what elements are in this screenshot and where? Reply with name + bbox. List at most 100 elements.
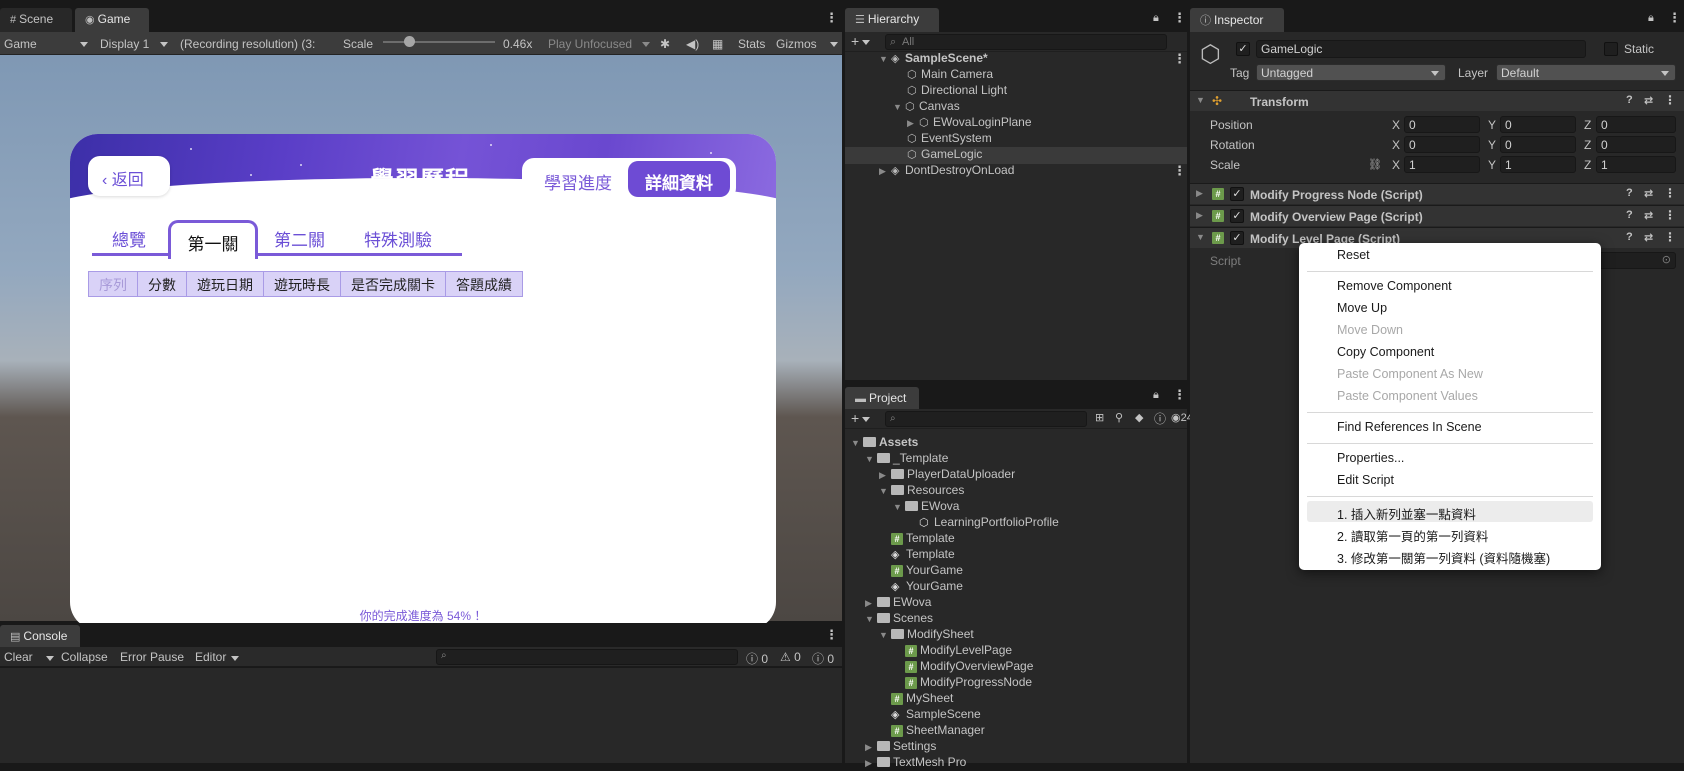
segment-details[interactable]: 詳細資料 (628, 161, 730, 197)
hierarchy-item-canvas[interactable]: ▼ ⬡ Canvas (893, 99, 960, 115)
active-checkbox[interactable]: ✓ (1236, 42, 1250, 56)
help-icon[interactable]: ? (1626, 209, 1633, 221)
tab-inspector[interactable]: ⓘ Inspector (1190, 8, 1284, 32)
rotation-z-field[interactable]: 0 (1596, 136, 1676, 153)
project-item-ewova-resources[interactable]: ▼ EWova (893, 499, 959, 515)
scale-y-field[interactable]: 1 (1500, 156, 1576, 173)
dontdestroy-options-icon[interactable]: ⋮ (1173, 163, 1186, 179)
project-item-yourgame-scene[interactable]: ◈ YourGame (891, 579, 963, 595)
component-enabled-checkbox[interactable]: ✓ (1230, 231, 1244, 245)
editor-dropdown[interactable]: Editor (195, 650, 241, 664)
audio-icon[interactable]: ◀) (686, 34, 699, 54)
modify-overview-page-header[interactable]: ▶ # ✓ Modify Overview Page (Script) ? ⇄ … (1190, 205, 1684, 226)
menu-item-read-first-row[interactable]: 2. 讀取第一頁的第一列資料 (1337, 526, 1488, 546)
game-viewport[interactable]: ‹ 返回 學習歷程 學習進度 詳細資料 總覽 第一關 第二關 特殊測驗 序列 分… (0, 55, 842, 630)
console-search-input[interactable]: ⌕ (436, 649, 738, 665)
static-checkbox[interactable] (1604, 42, 1618, 56)
position-z-field[interactable]: 0 (1596, 116, 1676, 133)
more-options-icon[interactable]: ⋮ (1173, 387, 1186, 403)
menu-item-move-up[interactable]: Move Up (1337, 301, 1387, 321)
back-button[interactable]: ‹ 返回 (88, 156, 170, 196)
rotation-x-field[interactable]: 0 (1404, 136, 1480, 153)
collapse-arrow-icon[interactable]: ▼ (1196, 232, 1205, 242)
expand-arrow-icon[interactable]: ▶ (1196, 188, 1203, 199)
gizmos-dropdown[interactable]: Gizmos (776, 34, 838, 54)
help-icon[interactable]: ? (1626, 187, 1633, 199)
tag-icon[interactable]: ◆ (1135, 411, 1143, 424)
menu-item-remove-component[interactable]: Remove Component (1337, 279, 1452, 299)
clear-button[interactable]: Clear (4, 650, 54, 664)
menu-item-modify-level-row[interactable]: 3. 修改第一關第一列資料 (資料隨機塞) (1337, 548, 1550, 568)
filter-icon[interactable]: ⚲ (1115, 411, 1123, 424)
menu-item-insert-row[interactable]: 1. 插入新列並塞一點資料 (1337, 504, 1476, 524)
transform-component-header[interactable]: ▼ ✣ Transform ? ⇄ ⋮ (1190, 90, 1684, 111)
project-item-assets[interactable]: ▼ Assets (851, 435, 918, 451)
tab-game[interactable]: ◉ Game (75, 8, 149, 32)
play-mode-dropdown[interactable]: Play Unfocused (548, 34, 650, 54)
project-item-mysheet[interactable]: # MySheet (891, 691, 953, 707)
collapse-button[interactable]: Collapse (61, 650, 108, 664)
lock-icon[interactable]: 🔒︎ (1648, 12, 1654, 25)
project-item-textmeshpro[interactable]: ▶ TextMesh Pro (865, 755, 966, 771)
hierarchy-item-dontdestroyonload[interactable]: ▶ ◈ DontDestroyOnLoad (879, 163, 1014, 179)
hierarchy-item-ewovaloginplane[interactable]: ▶ ⬡ EWovaLoginPlane (907, 115, 1032, 131)
scene-options-icon[interactable]: ⋮ (1173, 51, 1186, 67)
segment-progress[interactable]: 學習進度 (528, 164, 628, 194)
more-options-icon[interactable]: ⋮ (825, 10, 838, 26)
project-item-playerdatauploader[interactable]: ▶ PlayerDataUploader (879, 467, 1015, 483)
tab-hierarchy[interactable]: ☰ Hierarchy (845, 8, 939, 32)
add-icon[interactable]: + (851, 33, 871, 49)
tab-level-1[interactable]: 第一關 (168, 220, 258, 259)
expand-arrow-icon[interactable]: ▶ (1196, 210, 1203, 221)
layer-dropdown[interactable]: Default (1496, 64, 1676, 81)
menu-item-reset[interactable]: Reset (1337, 248, 1370, 268)
menu-item-properties[interactable]: Properties... (1337, 451, 1404, 471)
error-pause-button[interactable]: Error Pause (120, 650, 184, 664)
console-log-area[interactable] (0, 668, 842, 763)
scale-x-field[interactable]: 1 (1404, 156, 1480, 173)
scale-slider-track[interactable] (383, 41, 495, 43)
menu-item-find-references[interactable]: Find References In Scene (1337, 420, 1482, 440)
project-item-sheetmanager[interactable]: # SheetManager (891, 723, 985, 739)
warning-count[interactable]: ⚠ 0 (780, 650, 801, 664)
project-item-learningportfolioprofile[interactable]: ⬡ LearningPortfolioProfile (919, 515, 1059, 531)
project-item-resources[interactable]: ▼ Resources (879, 483, 964, 499)
project-item-scenes[interactable]: ▼ Scenes (865, 611, 933, 627)
object-picker-icon[interactable]: ⊙ (1662, 253, 1671, 266)
more-options-icon[interactable]: ⋮ (1173, 10, 1186, 26)
component-enabled-checkbox[interactable]: ✓ (1230, 209, 1244, 223)
stats-button[interactable]: Stats (738, 34, 765, 54)
hierarchy-item-samplescene[interactable]: ▼ ◈ SampleScene* (879, 51, 988, 67)
project-item-template-folder[interactable]: ▼ _Template (865, 451, 948, 467)
preset-icon[interactable]: ⇄ (1644, 94, 1653, 107)
more-options-icon[interactable]: ⋮ (1668, 10, 1681, 26)
rotation-y-field[interactable]: 0 (1500, 136, 1576, 153)
project-item-yourgame-script[interactable]: # YourGame (891, 563, 963, 579)
game-view-dropdown[interactable]: Game (4, 34, 88, 54)
grid-icon[interactable]: ▦ (712, 34, 723, 54)
tab-project[interactable]: ▬ Project (845, 387, 919, 409)
tab-scene[interactable]: # Scene (0, 8, 72, 32)
resolution-dropdown[interactable]: (Recording resolution) (3: (180, 34, 330, 54)
component-menu-icon[interactable]: ⋮ (1664, 186, 1676, 200)
lock-icon[interactable]: 🔒︎ (1153, 389, 1159, 402)
scale-z-field[interactable]: 1 (1596, 156, 1676, 173)
hierarchy-search-input[interactable]: ⌕ All (885, 34, 1167, 50)
position-y-field[interactable]: 0 (1500, 116, 1576, 133)
menu-item-copy-component[interactable]: Copy Component (1337, 345, 1434, 365)
add-icon[interactable]: + (851, 410, 871, 426)
hierarchy-item-main-camera[interactable]: ⬡ Main Camera (907, 67, 993, 83)
menu-item-edit-script[interactable]: Edit Script (1337, 473, 1394, 493)
project-item-template-scene[interactable]: ◈ Template (891, 547, 955, 563)
hierarchy-item-directional-light[interactable]: ⬡ Directional Light (907, 83, 1007, 99)
tab-level-2[interactable]: 第二關 (274, 226, 325, 251)
scale-slider-handle[interactable] (404, 36, 415, 47)
object-name-field[interactable]: GameLogic (1256, 40, 1586, 58)
project-item-modifyoverviewpage[interactable]: # ModifyOverviewPage (905, 659, 1033, 675)
component-menu-icon[interactable]: ⋮ (1664, 93, 1676, 107)
project-item-modifylevelpage[interactable]: # ModifyLevelPage (905, 643, 1012, 659)
project-item-samplescene[interactable]: ◈ SampleScene (891, 707, 981, 723)
bug-icon[interactable]: ✱ (660, 34, 670, 54)
lock-icon[interactable]: 🔒︎ (1153, 12, 1159, 25)
tag-dropdown[interactable]: Untagged (1256, 64, 1446, 81)
